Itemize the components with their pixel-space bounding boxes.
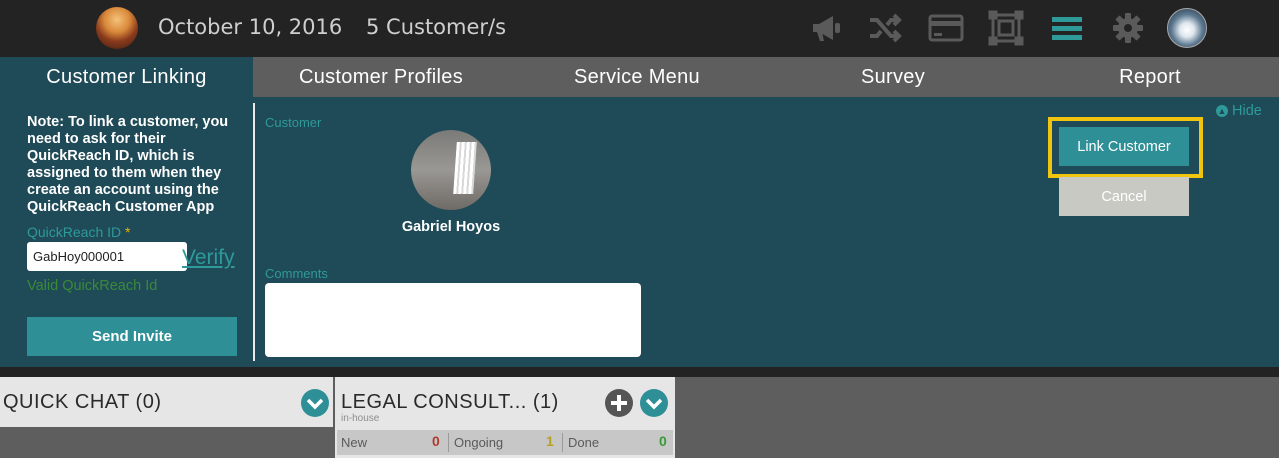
- credit-card-icon[interactable]: [928, 10, 964, 46]
- quickreach-id-input[interactable]: [27, 242, 187, 271]
- tab-service-menu[interactable]: Service Menu: [509, 57, 765, 97]
- legal-consult-title: LEGAL CONSULT... (1): [341, 391, 559, 413]
- stat-done-label: Done: [568, 435, 600, 450]
- customer-name: Gabriel Hoyos: [401, 219, 501, 235]
- link-customer-button[interactable]: Link Customer: [1059, 127, 1189, 166]
- tab-customer-profiles[interactable]: Customer Profiles: [253, 57, 509, 97]
- stat-ongoing-label: Ongoing: [454, 435, 504, 450]
- required-mark: *: [125, 224, 131, 240]
- panel-divider: [253, 103, 255, 361]
- send-invite-button[interactable]: Send Invite: [27, 317, 237, 356]
- shuffle-icon[interactable]: [867, 10, 903, 46]
- tab-survey[interactable]: Survey: [765, 57, 1021, 97]
- customer-photo: [411, 130, 491, 210]
- chevron-up-icon: ▲: [1216, 105, 1228, 117]
- separator-strip: [0, 367, 1279, 377]
- legal-consult-subtitle: in-house: [341, 413, 380, 424]
- valid-id-message: Valid QuickReach Id: [27, 278, 158, 294]
- chevron-down-icon[interactable]: [640, 389, 668, 417]
- add-icon[interactable]: [605, 389, 633, 417]
- stat-separator: [448, 433, 449, 452]
- linking-note: Note: To link a customer, you need to as…: [27, 114, 229, 215]
- verify-link[interactable]: Verify: [182, 246, 235, 270]
- customer-count: 5 Customer/s: [366, 15, 507, 39]
- quickreach-id-label: QuickReach ID *: [27, 224, 131, 240]
- stat-separator: [562, 433, 563, 452]
- user-avatar[interactable]: [1167, 8, 1207, 48]
- main-nav: Customer Linking Customer Profiles Servi…: [0, 57, 1279, 97]
- stat-new-label: New: [341, 435, 368, 450]
- stat-new-value: 0: [432, 433, 440, 449]
- current-date: October 10, 2016: [158, 15, 343, 39]
- menu-icon[interactable]: [1049, 10, 1085, 46]
- tab-customer-linking[interactable]: Customer Linking: [0, 57, 253, 97]
- megaphone-icon[interactable]: [809, 10, 845, 46]
- crop-frame-icon[interactable]: [988, 10, 1024, 46]
- cancel-button[interactable]: Cancel: [1059, 177, 1189, 216]
- stat-ongoing-value: 1: [546, 433, 554, 449]
- quick-chat-title: QUICK CHAT (0): [3, 391, 162, 413]
- comments-label: Comments: [265, 266, 328, 281]
- chevron-down-icon[interactable]: [301, 389, 329, 417]
- tab-report[interactable]: Report: [1021, 57, 1279, 97]
- top-bar: October 10, 2016 5 Customer/s: [0, 0, 1279, 57]
- stat-done-value: 0: [659, 433, 667, 449]
- hide-toggle[interactable]: ▲ Hide: [1216, 103, 1262, 119]
- comments-textarea[interactable]: [265, 283, 641, 357]
- company-logo-avatar[interactable]: [96, 7, 138, 49]
- legal-consult-stats: [337, 430, 673, 455]
- customer-section-label: Customer: [265, 115, 322, 130]
- gear-icon[interactable]: [1110, 10, 1146, 46]
